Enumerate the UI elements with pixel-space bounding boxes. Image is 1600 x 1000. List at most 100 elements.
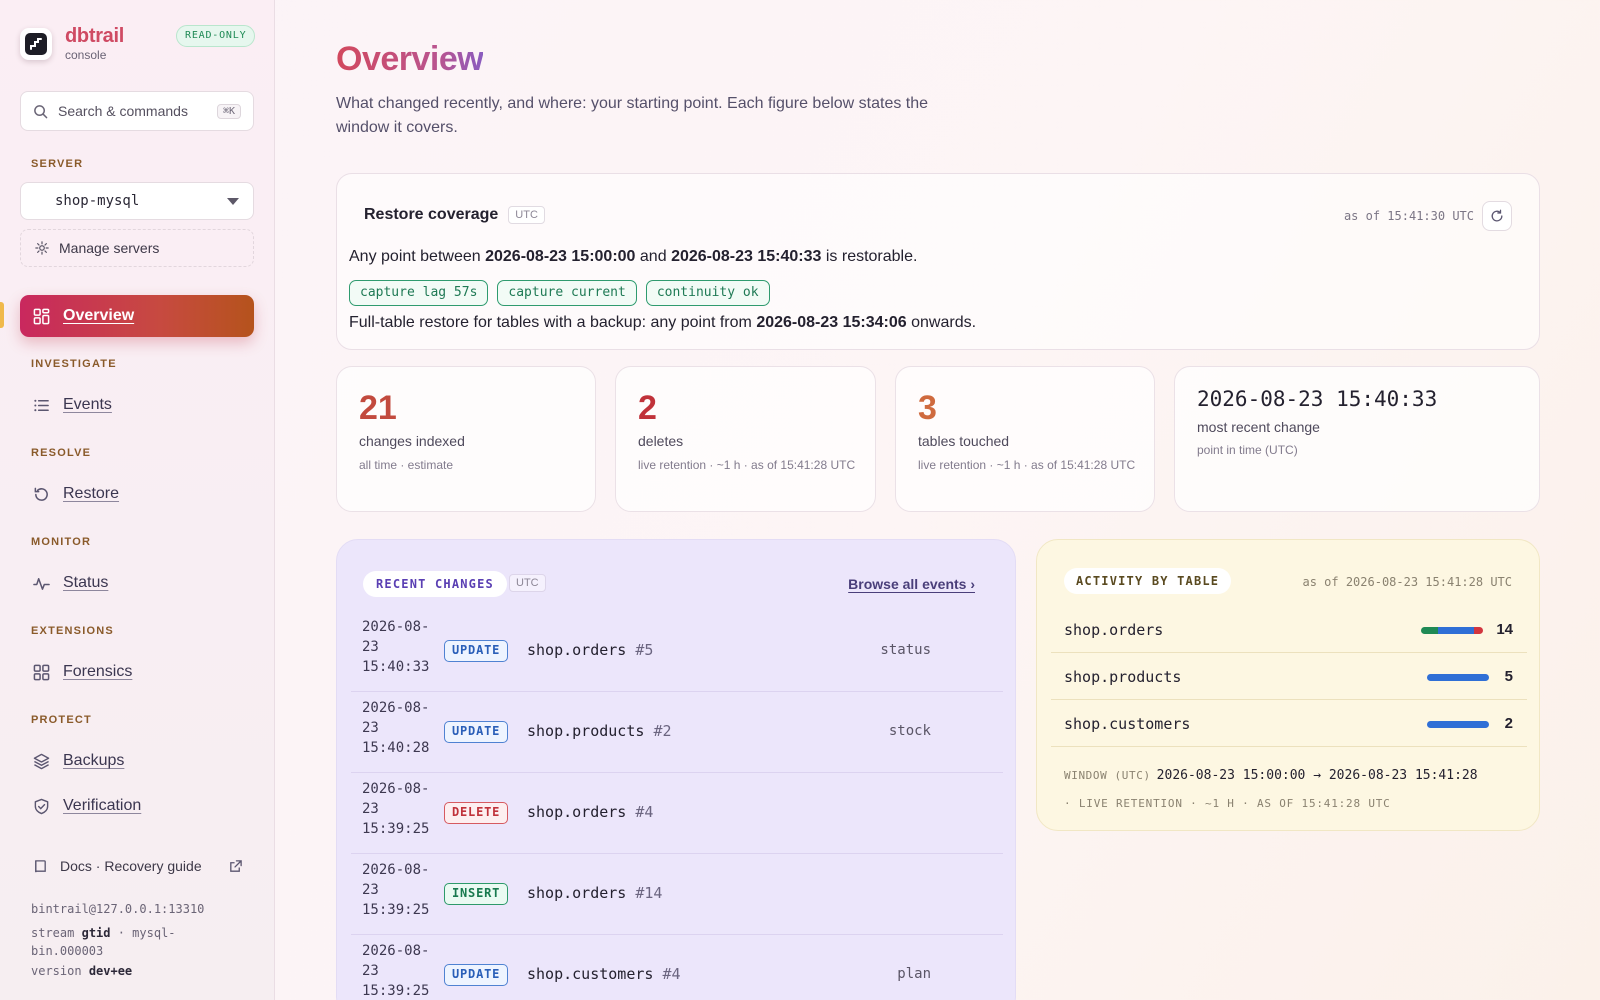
nav-forensics[interactable]: Forensics <box>20 651 254 693</box>
server-section-label: SERVER <box>31 158 84 170</box>
list-icon <box>34 399 49 411</box>
server-select[interactable]: shop-mysql <box>20 182 254 220</box>
activity-bar-segment <box>1427 721 1489 728</box>
restore-coverage-card: Restore coverage UTC as of 15:41:30 UTC … <box>336 173 1540 350</box>
manage-servers-button[interactable]: Manage servers <box>20 229 254 267</box>
search-icon <box>34 104 48 118</box>
chevron-down-icon <box>227 197 239 205</box>
stat-label: changes indexed <box>359 433 465 449</box>
event-timestamp: 2026-08-23 15:40:28 <box>362 700 430 756</box>
book-icon <box>35 859 46 872</box>
event-row[interactable]: 2026-08-23 15:40:28 UPDATE shop.products … <box>351 692 1003 773</box>
nav-backups-label: Backups <box>63 752 125 769</box>
page-title: Overview <box>336 40 484 78</box>
read-only-badge: READ-ONLY <box>176 25 256 47</box>
event-row[interactable]: 2026-08-23 15:40:33 UPDATE shop.orders #5… <box>351 611 1003 692</box>
pulse-icon <box>33 577 50 590</box>
external-link-icon <box>230 859 242 872</box>
stat-value: 2 <box>638 389 657 427</box>
event-row[interactable]: 2026-08-23 15:39:25 INSERT shop.orders #1… <box>351 854 1003 935</box>
nav-events-label: Events <box>63 396 112 413</box>
stat-note: live retention · ~1 h · as of 15:41:28 U… <box>918 458 1136 472</box>
activity-row[interactable]: shop.orders 14 <box>1051 606 1527 653</box>
continuity-pill: continuity ok <box>645 280 770 306</box>
section-resolve: RESOLVE <box>31 447 92 459</box>
stat-most-recent-change: 2026-08-23 15:40:33 most recent change p… <box>1174 366 1540 512</box>
brand[interactable]: dbtrail console <box>20 25 124 62</box>
event-field: stock <box>888 723 931 739</box>
stat-label: tables touched <box>918 433 1010 449</box>
shield-check-icon <box>34 798 49 814</box>
event-target: shop.products #2 <box>527 722 672 740</box>
event-target: shop.customers #4 <box>527 965 681 983</box>
activity-as-of: as of 2026-08-23 15:41:28 UTC <box>1302 575 1512 589</box>
stream-info: stream gtid · mysql-bin.000003 <box>31 926 176 958</box>
capture-lag-pill: capture lag 57s <box>349 280 489 306</box>
activity-window-note: · LIVE RETENTION · ~1 H · AS OF 15:41:28… <box>1064 797 1391 810</box>
op-badge: UPDATE <box>444 640 509 662</box>
coverage-range-line: Any point between 2026-08-23 15:00:00 an… <box>349 248 918 265</box>
nav-verification-label: Verification <box>63 797 142 814</box>
section-extensions: EXTENSIONS <box>31 625 114 637</box>
brand-logo <box>20 27 52 60</box>
nav-restore-label: Restore <box>63 485 120 502</box>
nav-verification[interactable]: Verification <box>20 785 254 827</box>
op-badge: UPDATE <box>444 721 509 743</box>
coverage-tz-chip: UTC <box>508 206 545 224</box>
active-indicator <box>0 302 4 328</box>
browse-all-events-link[interactable]: Browse all events › <box>848 576 975 592</box>
capture-current-pill: capture current <box>497 280 637 306</box>
coverage-status-pills: capture lag 57s capture current continui… <box>349 280 770 306</box>
activity-by-table-panel: ACTIVITY BY TABLE as of 2026-08-23 15:41… <box>1036 539 1540 831</box>
activity-table-name: shop.products <box>1064 668 1182 686</box>
stat-value: 3 <box>918 389 937 427</box>
stat-tables-touched: 3 tables touched live retention · ~1 h ·… <box>895 366 1155 512</box>
stat-deletes: 2 deletes live retention · ~1 h · as of … <box>615 366 876 512</box>
docs-link[interactable]: Docs · Recovery guide <box>33 858 243 874</box>
activity-count: 2 <box>1504 715 1513 732</box>
activity-bar-segment <box>1427 674 1489 681</box>
activity-count: 14 <box>1496 621 1513 638</box>
brand-name: dbtrail <box>65 25 125 47</box>
event-row[interactable]: 2026-08-23 15:39:25 DELETE shop.orders #4 <box>351 773 1003 854</box>
activity-row[interactable]: shop.products 5 <box>1051 653 1527 700</box>
refresh-icon <box>1491 209 1503 222</box>
search-box[interactable]: ⌘K <box>20 91 254 131</box>
event-timestamp: 2026-08-23 15:39:25 <box>362 781 430 837</box>
history-icon <box>34 487 48 501</box>
refresh-button[interactable] <box>1482 201 1512 231</box>
event-field: plan <box>897 966 931 982</box>
event-timestamp: 2026-08-23 15:39:25 <box>362 862 430 918</box>
event-target: shop.orders #14 <box>527 884 663 902</box>
activity-table-name: shop.customers <box>1064 715 1191 733</box>
server-selected-value: shop-mysql <box>55 193 140 209</box>
section-protect: PROTECT <box>31 714 92 726</box>
coverage-as-of: as of 15:41:30 UTC <box>1343 209 1474 223</box>
op-badge: UPDATE <box>444 964 509 986</box>
grid-icon <box>33 308 50 324</box>
section-monitor: MONITOR <box>31 536 92 548</box>
nav-overview[interactable]: Overview <box>20 295 254 337</box>
nav-backups[interactable]: Backups <box>20 740 254 782</box>
event-target: shop.orders #5 <box>527 641 654 659</box>
activity-window: WINDOW (UTC) 2026-08-23 15:00:00 → 2026-0… <box>1064 768 1478 783</box>
nav-restore[interactable]: Restore <box>20 473 254 515</box>
nav-status[interactable]: Status <box>20 562 254 604</box>
search-input[interactable] <box>58 103 217 119</box>
stat-note: all time · estimate <box>359 458 454 472</box>
event-row[interactable]: 2026-08-23 15:39:25 UPDATE shop.customers… <box>351 935 1003 1000</box>
activity-bar-segment <box>1438 627 1474 634</box>
brand-subtitle: console <box>65 48 107 62</box>
page-subtitle: What changed recently, and where: your s… <box>336 95 929 136</box>
event-target: shop.orders #4 <box>527 803 654 821</box>
stat-label: most recent change <box>1197 419 1320 435</box>
op-badge: DELETE <box>444 802 509 824</box>
nav-events[interactable]: Events <box>20 384 254 426</box>
sidebar: dbtrail console READ-ONLY ⌘K SERVER shop… <box>0 0 275 1000</box>
gear-icon <box>35 241 49 255</box>
activity-row[interactable]: shop.customers 2 <box>1051 700 1527 747</box>
stat-note: live retention · ~1 h · as of 15:41:28 U… <box>638 458 856 472</box>
layers-icon <box>33 753 50 769</box>
section-investigate: INVESTIGATE <box>31 358 117 370</box>
activity-bar <box>1421 627 1483 634</box>
